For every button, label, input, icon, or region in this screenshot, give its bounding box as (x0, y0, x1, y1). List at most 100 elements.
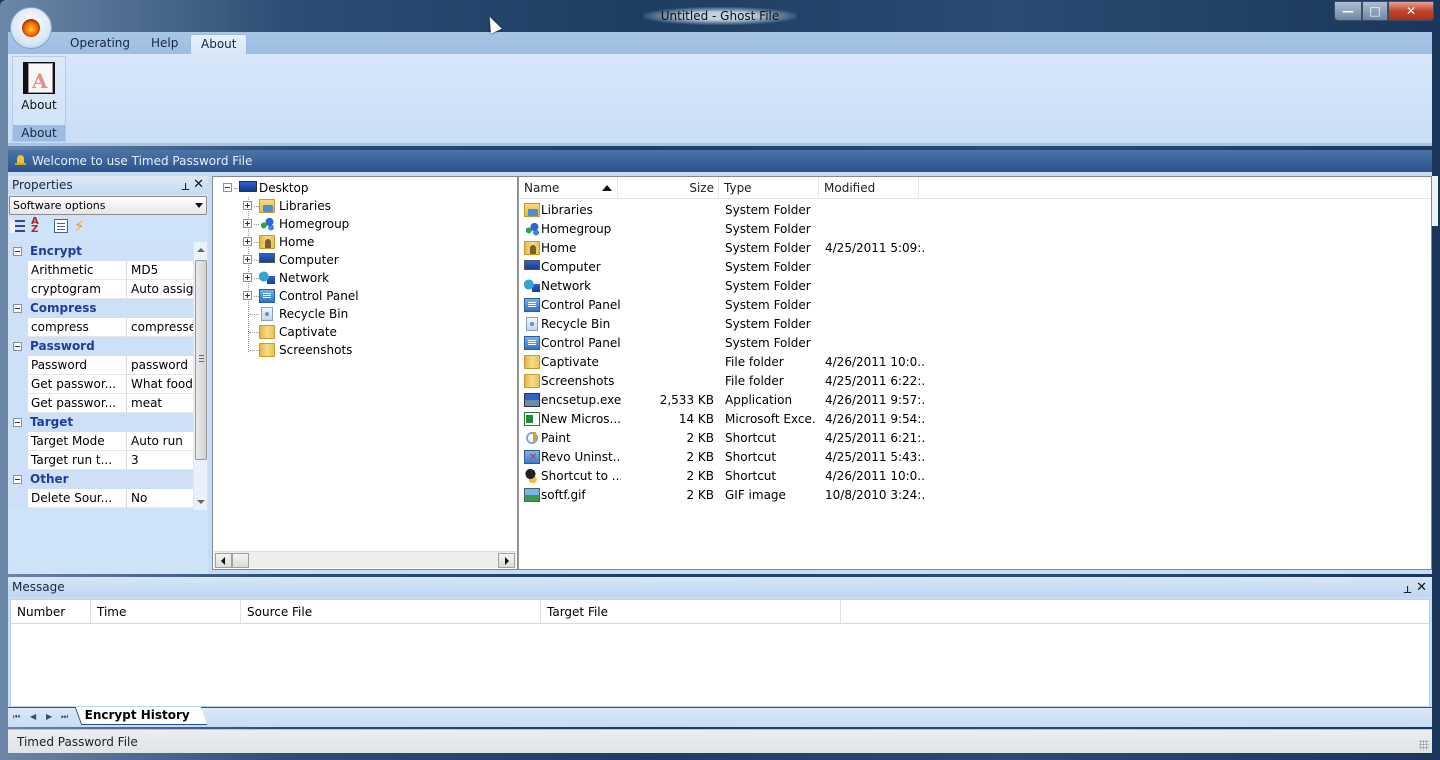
ribbon-panel: A About About (8, 54, 1432, 146)
file-row[interactable]: encsetup.exe 2,533 KB Application 4/26/2011… (519, 391, 1431, 410)
file-row[interactable]: Libraries System Folder (519, 201, 1431, 220)
folder-icon (259, 343, 275, 357)
column-header-size[interactable]: Size (618, 177, 719, 199)
close-button[interactable]: ✕ (1388, 1, 1434, 21)
file-row[interactable]: Control Panel System Folder (519, 334, 1431, 353)
column-header-type[interactable]: Type (719, 177, 819, 199)
resize-grip[interactable] (1419, 740, 1429, 750)
file-type: GIF image (725, 488, 786, 502)
close-panel-icon[interactable]: ✕ (193, 176, 204, 194)
property-row[interactable]: Delete Sour... No (9, 489, 193, 508)
tree-item-label: Computer (279, 253, 339, 267)
property-row[interactable]: compresscompressed (9, 318, 193, 337)
file-row[interactable]: Screenshots File folder 4/25/2011 6:22:... (519, 372, 1431, 391)
expand-icon[interactable] (243, 237, 252, 246)
file-row[interactable]: Home System Folder 4/25/2011 5:09:... (519, 239, 1431, 258)
expand-icon[interactable] (243, 255, 252, 264)
properties-select-value: Software options (13, 199, 106, 212)
sort-ascending-icon (602, 185, 612, 191)
scroll-thumb[interactable] (195, 260, 207, 460)
property-row[interactable]: cryptogramAuto assign (9, 280, 193, 299)
scroll-left-icon[interactable] (215, 553, 232, 568)
file-name: Captivate (541, 355, 599, 369)
property-row[interactable]: Password password (9, 356, 193, 375)
file-row[interactable]: softf.gif 2 KB GIF image 10/8/2010 3:24:... (519, 486, 1431, 505)
collapse-icon[interactable] (223, 183, 232, 192)
expand-icon[interactable] (243, 273, 252, 282)
file-row[interactable]: Shortcut to ... 2 KB Shortcut 4/26/2011 10:… (519, 467, 1431, 486)
file-row[interactable]: New Micros... 14 KB Microsoft Exce... 4/26/… (519, 410, 1431, 429)
tree-horizontal-scrollbar[interactable] (214, 551, 516, 568)
maximize-button[interactable]: □ (1362, 1, 1388, 21)
expand-icon[interactable] (243, 291, 252, 300)
property-grid-scrollbar[interactable] (193, 242, 207, 510)
gif-image-icon (524, 488, 540, 502)
scroll-right-icon[interactable] (498, 553, 515, 568)
category-other[interactable]: Other (9, 470, 193, 489)
property-row[interactable]: Get passwor...What food y... (9, 375, 193, 394)
pin-icon[interactable]: ⊥ (1403, 581, 1412, 601)
categorized-icon[interactable] (10, 220, 25, 233)
file-row[interactable]: Homegroup System Folder (519, 220, 1431, 239)
column-header-modified[interactable]: Modified (819, 177, 919, 199)
minimize-button[interactable]: — (1334, 1, 1362, 21)
control-panel-icon (524, 298, 540, 312)
file-row[interactable]: Control Panel System Folder (519, 296, 1431, 315)
about-button[interactable]: A About (15, 59, 63, 117)
column-header-target-file[interactable]: Target File (541, 600, 841, 624)
title-bar[interactable]: Untitled - Ghost File — □ ✕ (0, 0, 1440, 30)
tab-help[interactable]: Help (141, 34, 188, 54)
close-panel-icon[interactable]: ✕ (1416, 578, 1427, 598)
tab-operating[interactable]: Operating (60, 34, 140, 54)
tab-about[interactable]: About (190, 34, 248, 54)
tab-encrypt-history[interactable]: Encrypt History (74, 707, 208, 725)
property-row[interactable]: Target Mode Auto run (9, 432, 193, 451)
panel-splitter[interactable] (1432, 176, 1438, 226)
file-type: Application (725, 393, 793, 407)
column-header-time[interactable]: Time (91, 600, 241, 624)
scroll-up-icon[interactable] (197, 248, 205, 252)
homegroup-icon (259, 217, 275, 231)
category-target[interactable]: Target (9, 413, 193, 432)
last-tab-icon[interactable]: ⏭ (61, 712, 68, 722)
file-row[interactable]: Revo Uninst... 2 KB Shortcut 4/25/2011 5:43… (519, 448, 1431, 467)
control-panel-icon (524, 336, 540, 350)
collapse-icon[interactable] (13, 247, 22, 256)
collapse-icon[interactable] (13, 475, 22, 484)
tree-item-label: Captivate (279, 325, 337, 339)
sort-alphabetical-icon[interactable]: AZ (31, 217, 48, 235)
category-password[interactable]: Password (9, 337, 193, 356)
expand-icon[interactable] (243, 201, 252, 210)
file-row[interactable]: Captivate File folder 4/26/2011 10:0... (519, 353, 1431, 372)
column-header-number[interactable]: Number (11, 600, 91, 624)
collapse-icon[interactable] (13, 304, 22, 313)
events-lightning-icon[interactable]: ⚡ (74, 218, 91, 235)
file-name: Network (541, 279, 592, 293)
first-tab-icon[interactable]: ⏮ (13, 712, 20, 722)
file-row[interactable]: Network System Folder (519, 277, 1431, 296)
file-row[interactable]: Computer System Folder (519, 258, 1431, 277)
expand-icon[interactable] (243, 219, 252, 228)
file-row[interactable]: Paint 2 KB Shortcut 4/25/2011 6:21:... (519, 429, 1431, 448)
file-name: Libraries (541, 203, 593, 217)
collapse-icon[interactable] (13, 342, 22, 351)
scroll-thumb[interactable] (232, 553, 249, 568)
homegroup-icon (524, 222, 540, 236)
collapse-icon[interactable] (13, 418, 22, 427)
scroll-down-icon[interactable] (197, 500, 205, 504)
column-header-source-file[interactable]: Source File (241, 600, 541, 624)
property-pages-icon[interactable] (54, 219, 68, 233)
property-row[interactable]: Arithmetic MD5 (9, 261, 193, 280)
category-compress[interactable]: Compress (9, 299, 193, 318)
pin-icon[interactable]: ⊥ (181, 179, 190, 197)
property-row[interactable]: Target run t... 3 (9, 451, 193, 470)
properties-object-select[interactable]: Software options (9, 196, 207, 215)
application-menu-button[interactable] (10, 7, 52, 49)
property-row[interactable]: Get passwor... meat (9, 394, 193, 413)
column-header-name[interactable]: Name (519, 177, 618, 199)
category-encrypt[interactable]: Encrypt (9, 242, 193, 261)
computer-icon (259, 253, 275, 263)
next-tab-icon[interactable]: ▶ (46, 712, 52, 721)
previous-tab-icon[interactable]: ◀ (30, 712, 36, 721)
file-row[interactable]: Recycle Bin System Folder (519, 315, 1431, 334)
